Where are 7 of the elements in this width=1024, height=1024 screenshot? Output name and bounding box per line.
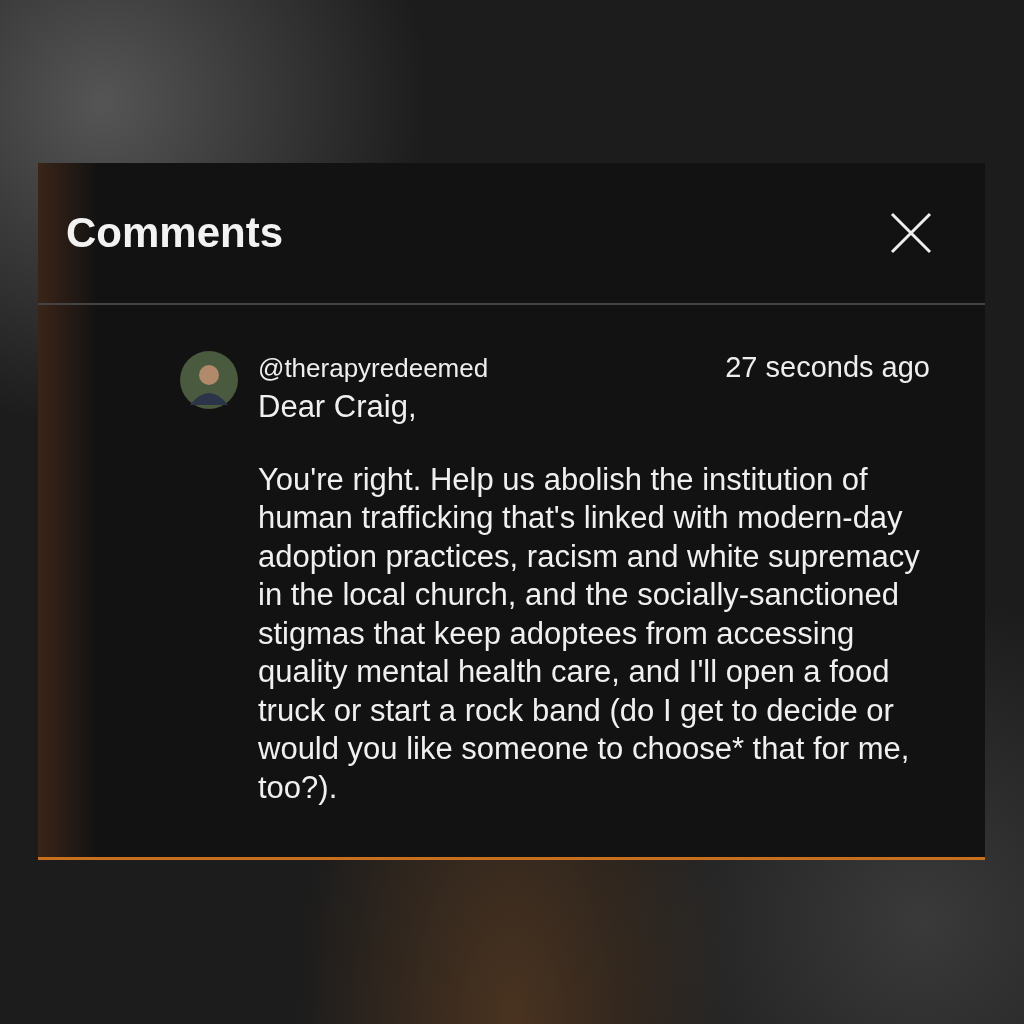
close-icon[interactable] — [889, 210, 933, 255]
comment-text: You're right. Help us abolish the institution of human trafficking that's linked with modern-day adoption practices, racism and white supremacy in the local church, and the socially-sanctioned stigmas that keep adoptees from accessing quality mental health care, and I'll open a food truck or start a rock band (do I get to decide or would you like someone to choose* that for me, too?). — [258, 460, 921, 807]
comment-text: Dear Craig, — [258, 388, 418, 426]
panel-title: Comments — [66, 208, 284, 257]
timestamp: 27 seconds ago — [725, 351, 930, 384]
avatar-icon — [180, 351, 238, 409]
username[interactable]: @therapyredeemed — [258, 353, 489, 384]
